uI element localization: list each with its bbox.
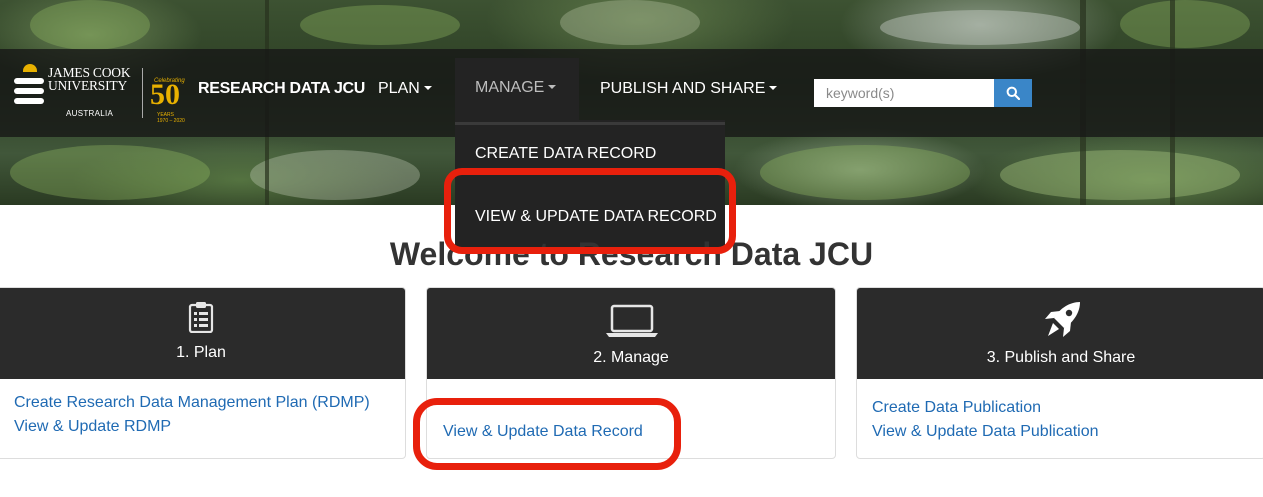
link-view-update-data-publication[interactable]: View & Update Data Publication <box>872 423 1099 441</box>
card-plan: 1. Plan Create Research Data Management … <box>0 287 406 459</box>
card-publish-header: 3. Publish and Share <box>857 288 1263 379</box>
logo-country: AUSTRALIA <box>66 109 114 118</box>
search-icon <box>1006 86 1020 100</box>
search-input[interactable] <box>814 79 994 107</box>
nav-plan-label: PLAN <box>378 80 420 97</box>
waves-icon <box>14 74 44 110</box>
anniversary-number: 50 <box>150 78 180 111</box>
logo-divider <box>142 68 143 118</box>
caret-down-icon <box>423 85 432 90</box>
search-button[interactable] <box>994 79 1032 107</box>
menu-item-create-data-record[interactable]: CREATE DATA RECORD <box>475 145 656 163</box>
anniversary-years: YEARS 1970 – 2020 <box>157 112 185 124</box>
highlight-ring-link <box>413 398 681 470</box>
nav-publish-label: PUBLISH AND SHARE <box>600 80 766 97</box>
link-create-rdmp[interactable]: Create Research Data Management Plan (RD… <box>14 394 370 412</box>
rocket-icon <box>1045 302 1080 337</box>
clipboard-icon <box>188 302 214 333</box>
caret-down-icon <box>548 84 557 89</box>
card-plan-header: 1. Plan <box>0 288 405 379</box>
nav-manage-label: MANAGE <box>475 79 545 96</box>
nav-brand[interactable]: RESEARCH DATA JCU <box>198 79 365 99</box>
nav-plan[interactable]: PLAN <box>378 79 432 99</box>
nav-manage[interactable]: MANAGE <box>455 58 579 120</box>
card-publish: 3. Publish and Share Create Data Publica… <box>856 287 1263 459</box>
sun-icon <box>23 64 37 72</box>
card-plan-title: 1. Plan <box>176 344 226 361</box>
dropdown-divider <box>455 122 725 125</box>
card-manage-title: 2. Manage <box>593 349 669 366</box>
logo-name: JAMES COOK UNIVERSITY <box>48 65 131 93</box>
nav-publish[interactable]: PUBLISH AND SHARE <box>600 79 778 99</box>
laptop-icon <box>606 304 658 337</box>
jcu-logo[interactable]: JAMES COOK UNIVERSITY AUSTRALIA Celebrat… <box>14 64 186 124</box>
card-publish-title: 3. Publish and Share <box>986 349 1136 366</box>
highlight-ring-menu <box>444 168 736 254</box>
card-manage-header: 2. Manage <box>427 288 835 379</box>
link-create-data-publication[interactable]: Create Data Publication <box>872 399 1041 417</box>
caret-down-icon <box>769 85 778 90</box>
link-view-update-rdmp[interactable]: View & Update RDMP <box>14 418 171 436</box>
